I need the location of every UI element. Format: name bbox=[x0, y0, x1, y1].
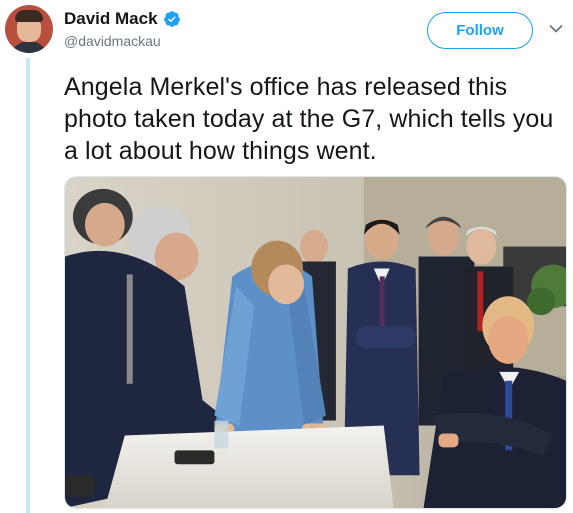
author-handle[interactable]: @davidmackau bbox=[64, 33, 161, 49]
g7-photo-illustration bbox=[65, 177, 566, 508]
author-name[interactable]: David Mack bbox=[64, 9, 158, 29]
tweet-text: Angela Merkel's office has released this… bbox=[64, 73, 554, 165]
chevron-down-icon[interactable] bbox=[549, 24, 563, 34]
tweet-photo[interactable] bbox=[64, 176, 567, 509]
author-name-row[interactable]: David Mack bbox=[64, 9, 181, 29]
avatar[interactable] bbox=[5, 5, 53, 53]
verified-badge-icon bbox=[163, 11, 180, 27]
follow-button[interactable]: Follow bbox=[427, 12, 533, 49]
thread-line bbox=[26, 58, 30, 513]
